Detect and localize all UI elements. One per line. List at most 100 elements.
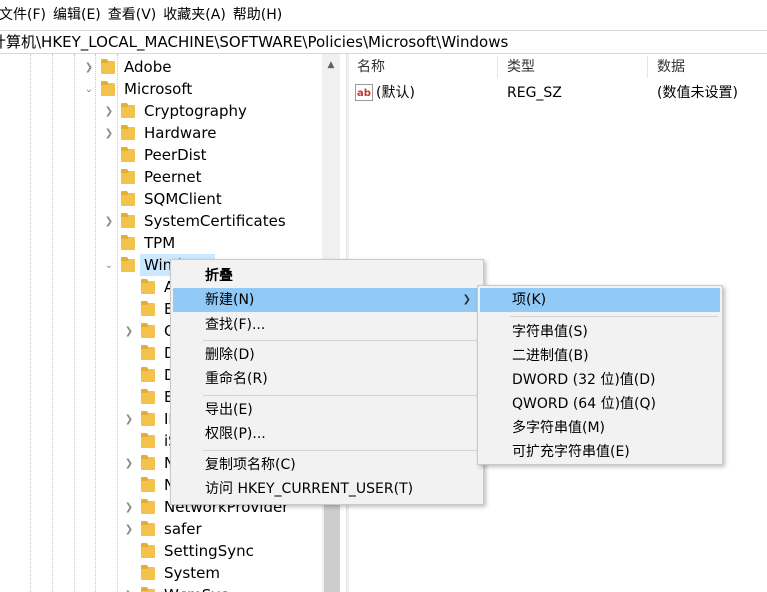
- folder-icon: [141, 367, 155, 383]
- value-data: (数值未设置): [657, 85, 738, 101]
- chevron-right-icon[interactable]: ❯: [123, 452, 135, 474]
- column-header-data[interactable]: 数据: [657, 54, 685, 78]
- menu-item-label: 折叠: [205, 268, 233, 284]
- chevron-right-icon[interactable]: ❯: [103, 100, 115, 122]
- menu-help[interactable]: 帮助(H): [233, 0, 289, 30]
- menu-item-new-string[interactable]: 字符串值(S): [480, 320, 720, 344]
- menu-favorites[interactable]: 收藏夹(A): [163, 0, 233, 30]
- menu-bar: 文件(F) 编辑(E) 查看(V) 收藏夹(A) 帮助(H): [0, 0, 767, 30]
- menu-item-label: 复制项名称(C): [205, 457, 296, 473]
- tree-item-label: SQMClient: [144, 190, 222, 208]
- chevron-right-icon[interactable]: ❯: [123, 408, 135, 430]
- value-name: (默认): [376, 85, 415, 101]
- menu-item-find[interactable]: 查找(F)...: [173, 313, 481, 337]
- folder-icon: [141, 499, 155, 515]
- menu-item-collapse[interactable]: 折叠: [173, 264, 481, 288]
- menu-item-label: 删除(D): [205, 347, 255, 363]
- menu-item-new-qword[interactable]: QWORD (64 位)值(Q): [480, 392, 720, 416]
- menu-item-label: 查找(F)...: [205, 317, 266, 333]
- folder-icon: [121, 235, 135, 251]
- chevron-right-icon[interactable]: ❯: [123, 584, 135, 592]
- menu-item-label: 多字符串值(M): [512, 420, 606, 436]
- folder-icon: [141, 279, 155, 295]
- menu-item-new-dword[interactable]: DWORD (32 位)值(D): [480, 368, 720, 392]
- menu-item-new-expandable-string[interactable]: 可扩充字符串值(E): [480, 440, 720, 464]
- tree-item-peernet[interactable]: Peernet: [0, 166, 322, 188]
- folder-icon: [141, 411, 155, 427]
- folder-icon: [141, 323, 155, 339]
- scroll-up-icon[interactable]: ▲: [322, 54, 340, 76]
- tree-item-hardware[interactable]: ❯ Hardware: [0, 122, 322, 144]
- folder-icon: [141, 565, 155, 581]
- folder-icon: [141, 301, 155, 317]
- menu-separator: [203, 395, 479, 396]
- tree-item-tpm[interactable]: TPM: [0, 232, 322, 254]
- chevron-right-icon[interactable]: ❯: [123, 518, 135, 540]
- menu-item-export[interactable]: 导出(E): [173, 398, 481, 422]
- menu-item-new-multi-string[interactable]: 多字符串值(M): [480, 416, 720, 440]
- tree-item-label: Hardware: [144, 124, 217, 142]
- chevron-right-icon[interactable]: ❯: [83, 56, 95, 78]
- folder-icon: [141, 345, 155, 361]
- folder-icon: [141, 477, 155, 493]
- chevron-right-icon[interactable]: ❯: [103, 210, 115, 232]
- address-bar[interactable]: 计算机\HKEY_LOCAL_MACHINE\SOFTWARE\Policies…: [0, 30, 767, 54]
- folder-icon: [121, 213, 135, 229]
- menu-item-label: 导出(E): [205, 402, 253, 418]
- tree-item-label: safer: [164, 520, 202, 538]
- tree-item-microsoft[interactable]: ⌄ Microsoft: [0, 78, 322, 100]
- folder-icon: [121, 147, 135, 163]
- menu-file[interactable]: 文件(F): [0, 0, 53, 30]
- menu-item-delete[interactable]: 删除(D): [173, 343, 481, 367]
- tree-item-system[interactable]: System: [0, 562, 322, 584]
- tree-item-cryptography[interactable]: ❯ Cryptography: [0, 100, 322, 122]
- folder-icon: [101, 81, 115, 97]
- folder-icon: [121, 103, 135, 119]
- menu-item-permissions[interactable]: 权限(P)...: [173, 422, 481, 446]
- new-submenu: 项(K) 字符串值(S) 二进制值(B) DWORD (32 位)值(D) QW…: [477, 285, 723, 465]
- tree-item-safer[interactable]: ❯ safer: [0, 518, 322, 540]
- folder-icon: [141, 433, 155, 449]
- menu-separator: [510, 316, 718, 317]
- tree-item-label: SystemCertificates: [144, 212, 286, 230]
- folder-icon: [121, 191, 135, 207]
- column-separator[interactable]: [647, 56, 648, 78]
- tree-item-label: Peernet: [144, 168, 202, 186]
- menu-separator: [203, 450, 479, 451]
- tree-item-label: System: [164, 564, 220, 582]
- context-menu: 折叠 新建(N) ❯ 查找(F)... 删除(D) 重命名(R) 导出(E) 权…: [170, 259, 484, 505]
- tree-item-adobe[interactable]: ❯ Adobe: [0, 56, 322, 78]
- folder-icon: [121, 169, 135, 185]
- tree-item-wcmsvc[interactable]: ❯ WcmSvc: [0, 584, 322, 592]
- menu-item-new[interactable]: 新建(N) ❯: [173, 288, 481, 312]
- menu-edit[interactable]: 编辑(E): [53, 0, 108, 30]
- menu-item-new-key[interactable]: 项(K): [480, 288, 720, 312]
- tree-item-sqmclient[interactable]: SQMClient: [0, 188, 322, 210]
- column-separator[interactable]: [497, 56, 498, 78]
- scroll-thumb[interactable]: [324, 494, 340, 592]
- chevron-right-icon[interactable]: ❯: [123, 496, 135, 518]
- tree-item-peerdist[interactable]: PeerDist: [0, 144, 322, 166]
- chevron-down-icon[interactable]: ⌄: [83, 78, 95, 100]
- address-path[interactable]: 计算机\HKEY_LOCAL_MACHINE\SOFTWARE\Policies…: [0, 32, 508, 52]
- folder-icon: [121, 257, 135, 273]
- chevron-right-icon[interactable]: ❯: [123, 320, 135, 342]
- menu-item-label: 字符串值(S): [512, 324, 588, 340]
- tree-item-settingsync[interactable]: SettingSync: [0, 540, 322, 562]
- tree-item-systemcertificates[interactable]: ❯ SystemCertificates: [0, 210, 322, 232]
- menu-separator: [203, 340, 479, 341]
- menu-item-goto-hkcu[interactable]: 访问 HKEY_CURRENT_USER(T): [173, 477, 481, 501]
- column-header-name[interactable]: 名称: [357, 54, 385, 78]
- menu-item-copy-key-name[interactable]: 复制项名称(C): [173, 453, 481, 477]
- folder-icon: [121, 125, 135, 141]
- tree-item-label: SettingSync: [164, 542, 254, 560]
- chevron-right-icon[interactable]: ❯: [103, 122, 115, 144]
- menu-item-label: QWORD (64 位)值(Q): [512, 396, 656, 412]
- menu-item-new-binary[interactable]: 二进制值(B): [480, 344, 720, 368]
- menu-item-label: DWORD (32 位)值(D): [512, 372, 656, 388]
- menu-item-rename[interactable]: 重命名(R): [173, 367, 481, 391]
- chevron-down-icon[interactable]: ⌄: [103, 254, 115, 276]
- menu-item-label: 可扩充字符串值(E): [512, 444, 630, 460]
- column-header-type[interactable]: 类型: [507, 54, 535, 78]
- menu-view[interactable]: 查看(V): [108, 0, 164, 30]
